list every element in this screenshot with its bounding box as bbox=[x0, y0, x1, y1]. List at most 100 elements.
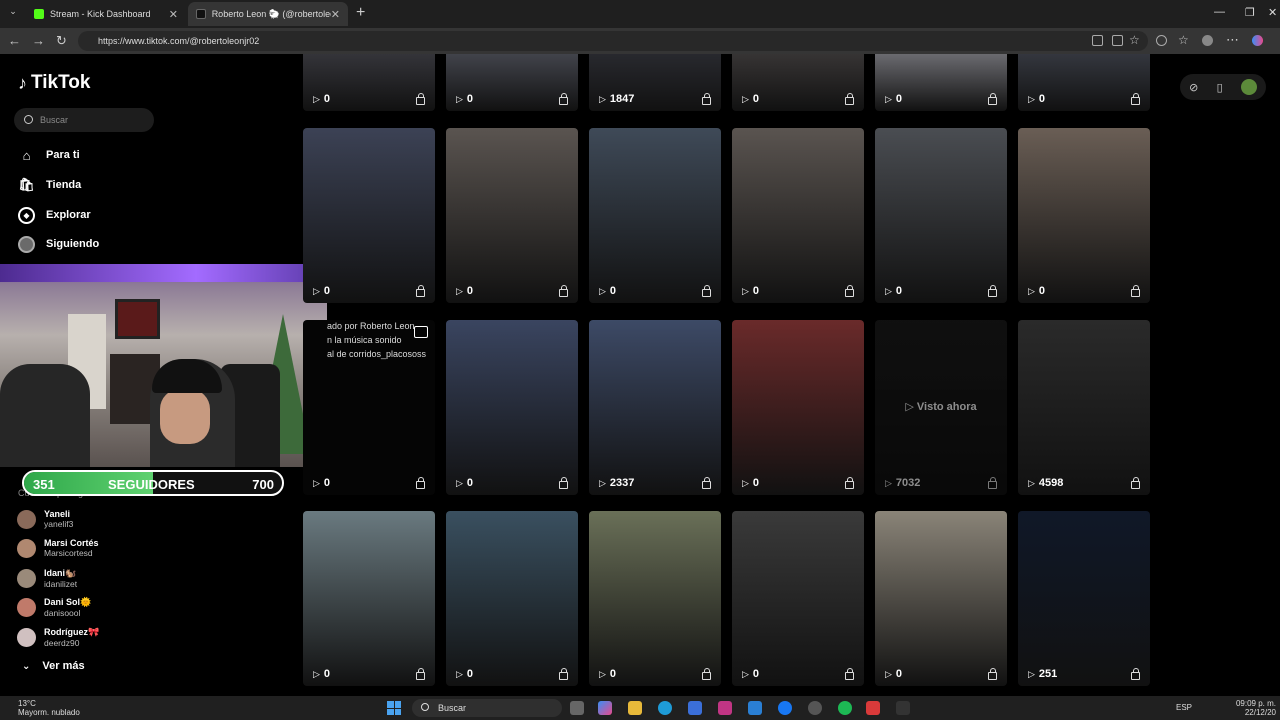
view-count: ▷ 7032 bbox=[885, 477, 920, 489]
nav-item-para-ti[interactable]: ⌂ Para ti bbox=[18, 144, 80, 166]
video-thumbnail[interactable]: ▷ 0 bbox=[875, 511, 1007, 686]
lock-icon bbox=[416, 285, 425, 297]
nav-item-tienda[interactable]: 🛍 Tienda bbox=[18, 174, 81, 196]
view-count: ▷ 0 bbox=[742, 477, 759, 489]
spotify-icon[interactable] bbox=[838, 701, 852, 715]
video-thumbnail[interactable]: ▷ 0 bbox=[446, 511, 578, 686]
tab-list-dropdown-icon[interactable]: ⌄ bbox=[5, 6, 21, 22]
video-thumbnail[interactable]: ▷ 1847 bbox=[589, 54, 721, 111]
see-more-button[interactable]: ⌄ Ver más bbox=[22, 660, 85, 672]
clock[interactable]: 09:09 p. m. 22/12/20 bbox=[1236, 699, 1276, 717]
facebook-icon[interactable] bbox=[778, 701, 792, 715]
video-thumbnail[interactable]: ▷ 0 bbox=[589, 128, 721, 303]
following-account[interactable]: Yaneli yanelif3 bbox=[17, 506, 73, 532]
lock-icon bbox=[1131, 285, 1140, 297]
play-icon: ▷ bbox=[599, 668, 606, 679]
reload-icon[interactable]: ↻ bbox=[56, 33, 67, 49]
video-thumbnail[interactable]: ▷ 0 bbox=[446, 54, 578, 111]
profile-avatar-icon[interactable] bbox=[1240, 79, 1257, 95]
windows-start-icon[interactable] bbox=[387, 701, 401, 715]
play-icon: ▷ bbox=[456, 285, 463, 296]
video-thumbnail[interactable]: ▷ 0 bbox=[875, 128, 1007, 303]
browser-tab-tiktok[interactable]: Roberto Leon 🐑 (@robertoleonjr ✕ bbox=[188, 2, 348, 26]
mail-icon[interactable] bbox=[748, 701, 762, 715]
capcut-icon[interactable] bbox=[866, 701, 880, 715]
following-account[interactable]: Rodríguez🎀 deerdz90 bbox=[17, 624, 99, 650]
task-view-icon[interactable] bbox=[570, 701, 584, 715]
keyboard-icon[interactable]: ⊘ bbox=[1189, 81, 1198, 94]
video-thumbnail[interactable]: ▷ 2337 bbox=[589, 320, 721, 495]
search-input[interactable]: Buscar bbox=[14, 108, 154, 132]
browser-tab-kick[interactable]: Stream - Kick Dashboard ✕ bbox=[26, 2, 186, 26]
instagram-icon[interactable] bbox=[718, 701, 732, 715]
nav-item-explorar[interactable]: ◆ Explorar bbox=[18, 204, 91, 226]
followers-goal-bar: 351 SEGUIDORES 700 bbox=[22, 470, 284, 496]
star-icon[interactable]: ☆ bbox=[1129, 33, 1140, 47]
device-icon[interactable]: ▯ bbox=[1217, 81, 1223, 94]
language-indicator[interactable]: ESP bbox=[1176, 703, 1192, 712]
video-thumbnail[interactable]: ▷ 0 bbox=[732, 128, 864, 303]
more-menu-icon[interactable]: ⋯ bbox=[1226, 32, 1239, 48]
account-username: yanelif3 bbox=[44, 519, 74, 529]
file-explorer-icon[interactable] bbox=[628, 701, 642, 715]
video-thumbnail[interactable]: ▷ 0 bbox=[589, 511, 721, 686]
video-thumbnail[interactable]: ▷ 0 bbox=[1018, 54, 1150, 111]
extensions-icon[interactable] bbox=[1156, 35, 1167, 46]
url-input[interactable]: https://www.tiktok.com/@robertoleonjr02 bbox=[78, 31, 1148, 51]
video-thumbnail[interactable]: ▷ 0 bbox=[732, 54, 864, 111]
close-tab-icon[interactable]: ✕ bbox=[331, 8, 340, 21]
lock-icon bbox=[845, 93, 854, 105]
play-icon: ▷ bbox=[742, 668, 749, 679]
back-icon[interactable]: ← bbox=[8, 33, 21, 48]
video-thumbnail[interactable]: ▷ 0 bbox=[732, 511, 864, 686]
taskbar-search-input[interactable]: Buscar bbox=[412, 699, 562, 717]
install-app-icon[interactable] bbox=[1092, 35, 1103, 46]
following-account[interactable]: Marsi Cortés Marsicortesd bbox=[17, 535, 99, 561]
tab-title: Roberto Leon 🐑 (@robertoleonjr bbox=[211, 8, 331, 19]
obs-icon[interactable] bbox=[808, 701, 822, 715]
view-count: ▷ 0 bbox=[313, 93, 330, 105]
video-thumbnail[interactable]: ▷ 0 bbox=[732, 320, 864, 495]
video-thumbnail[interactable]: ▷ 251 bbox=[1018, 511, 1150, 686]
video-thumbnail[interactable]: ▷ 4598 bbox=[1018, 320, 1150, 495]
copilot-icon[interactable] bbox=[1252, 35, 1263, 46]
translate-icon[interactable] bbox=[1112, 35, 1123, 46]
play-icon: ▷ bbox=[1028, 668, 1035, 679]
profile-avatar-icon[interactable] bbox=[1202, 35, 1213, 46]
followers-goal: 700 bbox=[252, 477, 274, 492]
floating-toolbar: ⊘ ▯ bbox=[1180, 74, 1266, 100]
nav-item-siguiendo[interactable]: Siguiendo bbox=[18, 233, 99, 255]
maximize-icon[interactable]: ❐ bbox=[1245, 6, 1255, 19]
lock-icon bbox=[702, 285, 711, 297]
store-icon[interactable] bbox=[688, 701, 702, 715]
account-name: Idani🐿️ bbox=[44, 567, 77, 578]
view-count-text: 0 bbox=[466, 668, 474, 680]
lock-icon bbox=[702, 93, 711, 105]
minimize-icon[interactable]: — bbox=[1214, 6, 1225, 18]
video-thumbnail[interactable]: ▷ 0 bbox=[1018, 128, 1150, 303]
video-thumbnail[interactable]: ▷ 0 bbox=[875, 54, 1007, 111]
weather-widget[interactable]: 13°C Mayorm. nublado bbox=[18, 699, 80, 717]
following-account[interactable]: Dani Sol🌞 danisoool bbox=[17, 594, 91, 620]
close-window-icon[interactable]: ✕ bbox=[1268, 6, 1277, 19]
tiktok-logo[interactable]: ♪ TikTok bbox=[18, 72, 90, 94]
video-thumbnail[interactable]: ▷ 0 bbox=[446, 128, 578, 303]
search-icon bbox=[24, 115, 33, 124]
video-thumbnail[interactable]: ▷ 0 bbox=[303, 54, 435, 111]
video-thumbnail[interactable]: ▷ 0 bbox=[303, 128, 435, 303]
favorites-icon[interactable]: ☆ bbox=[1178, 33, 1189, 47]
video-thumbnail[interactable]: ▷ 0 bbox=[303, 511, 435, 686]
tiktok-favicon-icon bbox=[196, 9, 206, 19]
close-tab-icon[interactable]: ✕ bbox=[169, 8, 178, 21]
following-account[interactable]: Idani🐿️ idanilizet bbox=[17, 565, 77, 591]
new-tab-icon[interactable]: + bbox=[356, 4, 365, 22]
view-count: ▷ 0 bbox=[742, 93, 759, 105]
video-thumbnail[interactable]: ▷ Visto ahora ▷ 7032 bbox=[875, 320, 1007, 495]
video-thumbnail[interactable]: ▷ 0 bbox=[446, 320, 578, 495]
tiktok-page: ♪ TikTok Buscar ⌂ Para ti 🛍 Tienda ◆ Exp… bbox=[0, 54, 1280, 696]
forward-icon[interactable]: → bbox=[32, 33, 45, 48]
edge-icon[interactable] bbox=[658, 701, 672, 715]
view-count: ▷ 1847 bbox=[599, 93, 634, 105]
copilot-app-icon[interactable] bbox=[598, 701, 612, 715]
epic-games-icon[interactable] bbox=[896, 701, 910, 715]
